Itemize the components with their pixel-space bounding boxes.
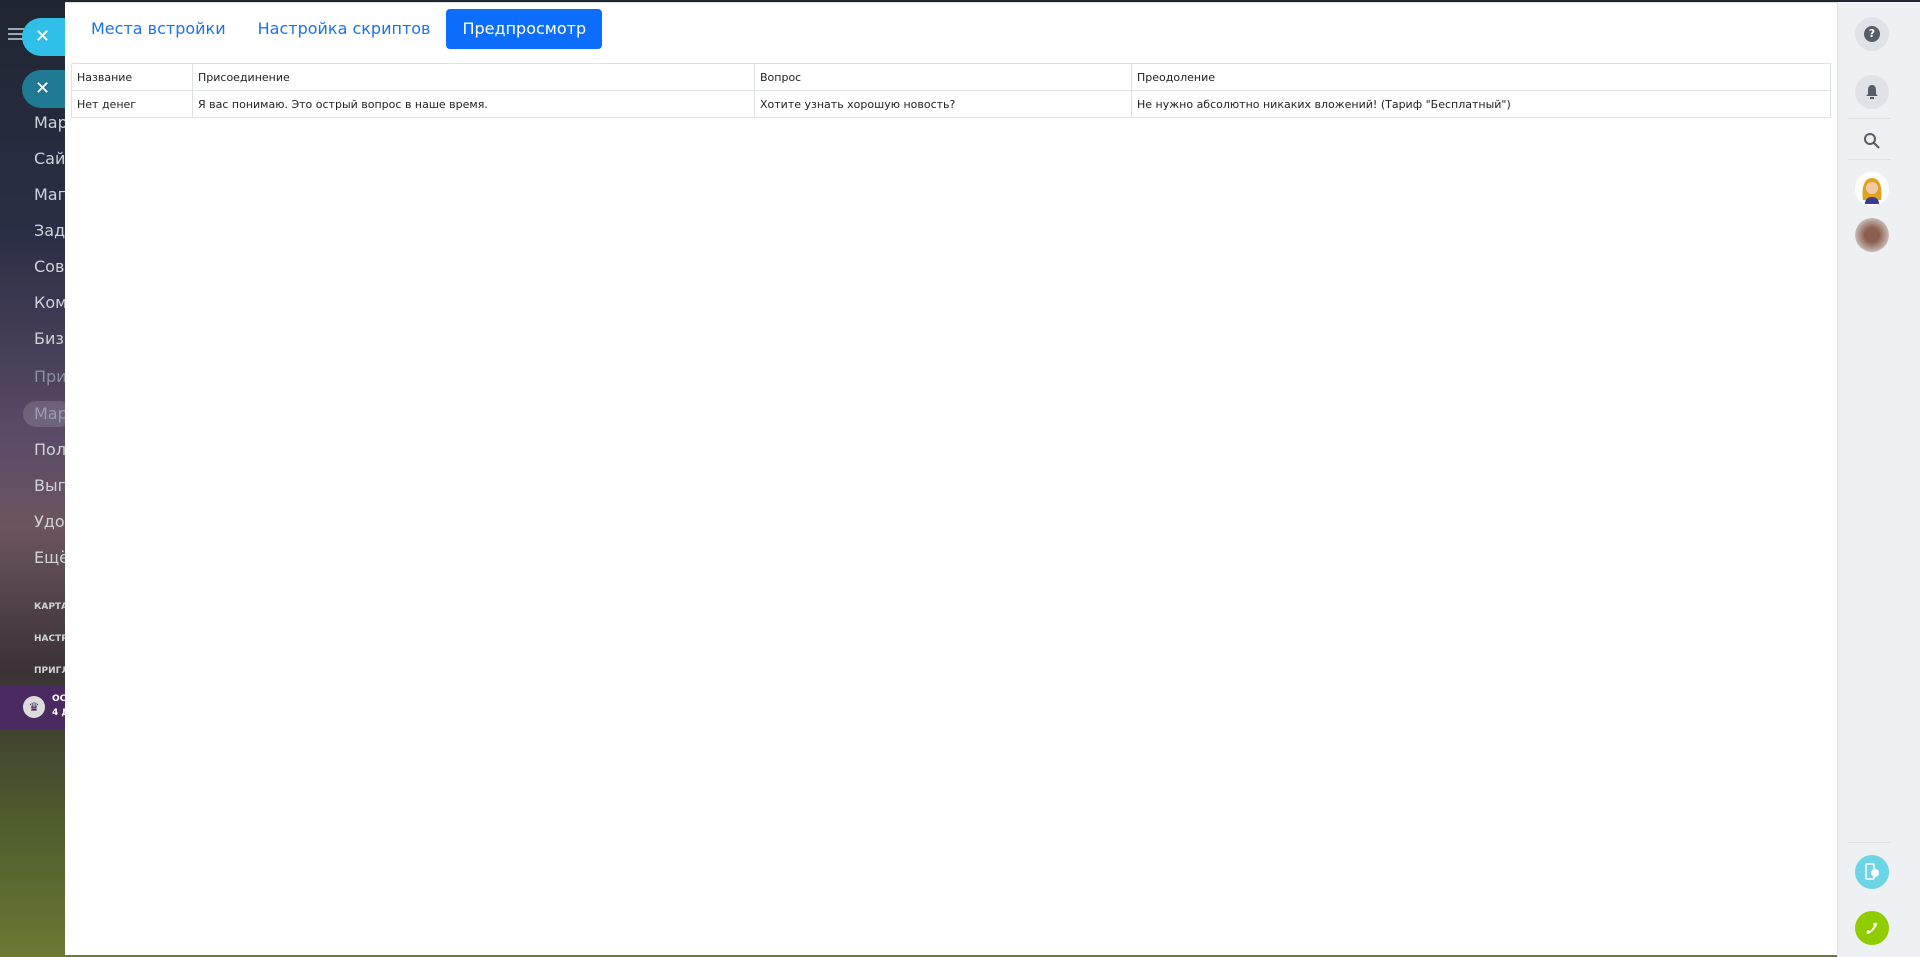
header-name: Название <box>71 63 193 91</box>
crown-icon: ♛ <box>23 696 45 718</box>
cell-name: Нет денег <box>71 90 193 118</box>
close-slider-button[interactable]: ✕ <box>22 18 65 56</box>
nav-item[interactable]: Удоб <box>34 512 65 531</box>
nav-item[interactable]: Бизн <box>34 329 65 348</box>
contact-avatar[interactable] <box>1855 218 1889 252</box>
header-question: Вопрос <box>754 63 1132 91</box>
nav-item[interactable]: Сайт <box>34 149 65 168</box>
tab-embed-places[interactable]: Места встройки <box>75 9 242 49</box>
search-icon <box>1864 133 1880 149</box>
close-slider-button-2[interactable]: ✕ <box>22 70 65 108</box>
nav-item[interactable]: При <box>34 367 65 386</box>
nav-item[interactable]: Мар <box>34 113 65 132</box>
nav-item-more[interactable]: Ещё <box>34 548 65 567</box>
nav-item[interactable]: Совм <box>34 257 65 276</box>
left-navigation: ✕ ✕ Мар Сайт Мага Зада Совм Ком Бизн При… <box>0 0 65 957</box>
cell-overcome: Не нужно абсолютно никаких вложений! (Та… <box>1131 90 1831 118</box>
tab-preview[interactable]: Предпросмотр <box>446 9 603 49</box>
bell-icon <box>1866 85 1878 99</box>
header-join: Присоединение <box>192 63 755 91</box>
promo-line: ОС <box>52 694 65 704</box>
search-button[interactable] <box>1855 124 1889 158</box>
header-overcome: Преодоление <box>1131 63 1831 91</box>
nav-item[interactable]: Выгр <box>34 476 65 495</box>
avatar-icon <box>1862 178 1882 204</box>
close-icon: ✕ <box>35 78 51 99</box>
table-header-row: Название Присоединение Вопрос Преодолени… <box>71 63 1831 91</box>
call-button[interactable] <box>1855 911 1889 945</box>
notifications-button[interactable] <box>1855 75 1889 109</box>
nav-item[interactable]: Пол <box>34 440 65 459</box>
nav-item[interactable]: Зада <box>34 221 65 240</box>
close-icon: ✕ <box>35 26 51 47</box>
table-row: Нет денег Я вас понимаю. Это острый вопр… <box>71 90 1831 118</box>
promo-line: 4 Д <box>52 708 65 718</box>
nav-small-item[interactable]: КАРТА <box>34 602 65 612</box>
slider-panel: Места встройки Настройка скриптов Предпр… <box>65 2 1837 955</box>
cell-question: Хотите узнать хорошую новость? <box>754 90 1132 118</box>
nav-item[interactable]: Мага <box>34 185 65 204</box>
cell-join: Я вас понимаю. Это острый вопрос в наше … <box>192 90 755 118</box>
preview-table: Название Присоединение Вопрос Преодолени… <box>71 63 1831 118</box>
nav-item[interactable]: Ком <box>34 293 65 312</box>
right-sidebar: ? <box>1837 2 1920 957</box>
help-button[interactable]: ? <box>1855 17 1889 51</box>
question-icon: ? <box>1864 26 1880 42</box>
user-avatar[interactable] <box>1855 172 1889 206</box>
phone-cloud-icon <box>1865 863 1879 880</box>
nav-small-item[interactable]: НАСТР <box>34 634 65 644</box>
cloud-phone-button[interactable] <box>1855 855 1889 889</box>
nav-small-item[interactable]: ПРИГЛ <box>34 666 65 676</box>
tab-script-settings[interactable]: Настройка скриптов <box>242 9 447 49</box>
nav-item[interactable]: Мар <box>34 404 65 423</box>
phone-icon <box>1866 922 1878 934</box>
tabs: Места встройки Настройка скриптов Предпр… <box>75 9 603 49</box>
